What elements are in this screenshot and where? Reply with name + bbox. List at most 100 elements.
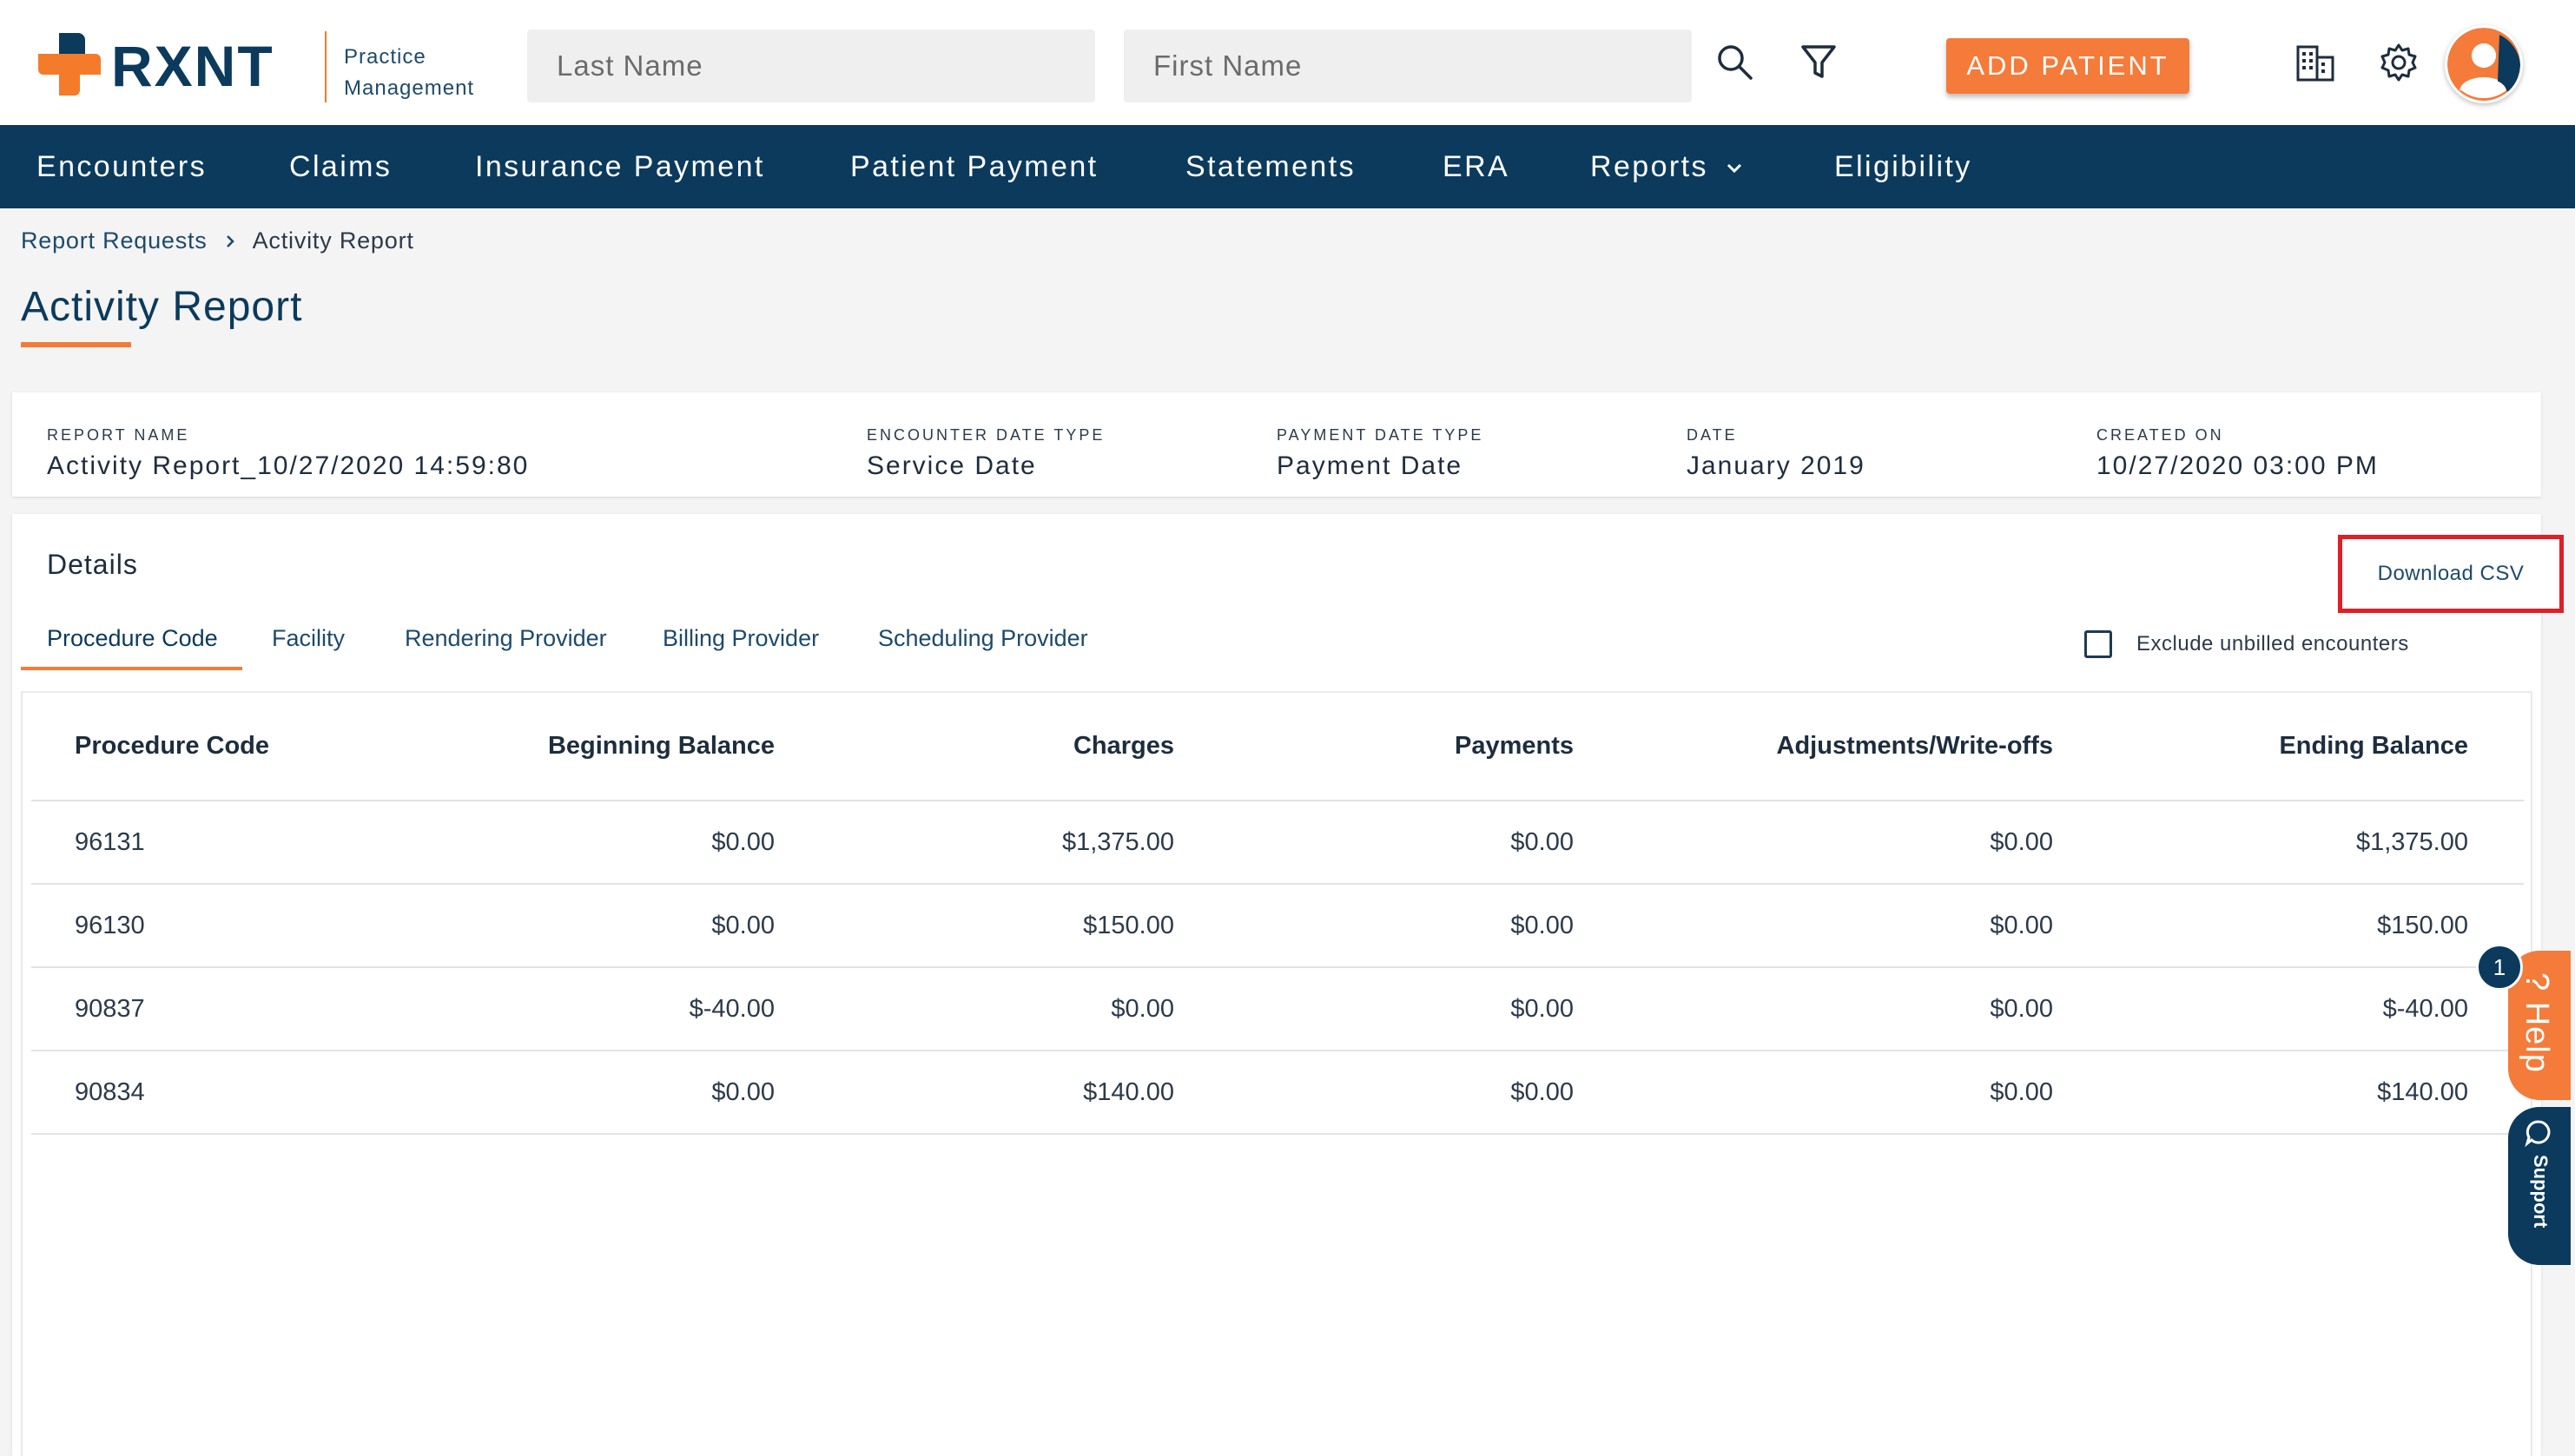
summary-value: January 2019	[1687, 451, 1865, 480]
summary-label: DATE	[1687, 426, 1738, 444]
gear-icon[interactable]	[2376, 40, 2421, 85]
exclude-unbilled-checkbox[interactable]	[2084, 630, 2112, 658]
nav-item-insurance-payment[interactable]: Insurance Payment	[475, 125, 765, 208]
exclude-unbilled-label: Exclude unbilled encounters	[2136, 632, 2409, 656]
support-label: Support	[2530, 1155, 2552, 1229]
cell-ending-balance: $140.00	[2109, 1051, 2524, 1135]
summary-created-on: CREATED ON 10/27/2020 03:00 PM	[2096, 424, 2379, 481]
cell-beginning-balance: $0.00	[483, 1051, 830, 1135]
building-icon[interactable]	[2293, 40, 2338, 85]
column-header-payments[interactable]: Payments	[1230, 693, 1629, 801]
table-row: 96131 $0.00 $1,375.00 $0.00 $0.00 $1,375…	[31, 800, 2524, 885]
cell-adjustments: $0.00	[1629, 884, 2109, 968]
breadcrumb: Report Requests Activity Report	[21, 227, 414, 254]
last-name-input[interactable]	[527, 30, 1095, 102]
summary-label: PAYMENT DATE TYPE	[1277, 426, 1484, 444]
help-label-text: Help	[2519, 1001, 2555, 1073]
nav-item-reports-label: Reports	[1590, 150, 1708, 183]
cell-procedure-code: 90837	[31, 967, 483, 1051]
active-tab-indicator	[21, 667, 242, 670]
tab-procedure-code[interactable]: Procedure Code	[47, 625, 218, 667]
cell-charges: $150.00	[830, 884, 1230, 968]
cell-procedure-code: 96131	[31, 800, 483, 885]
summary-payment-date-type: PAYMENT DATE TYPE Payment Date	[1277, 424, 1483, 481]
summary-value: 10/27/2020 03:00 PM	[2096, 451, 2379, 480]
breadcrumb-report-requests[interactable]: Report Requests	[21, 227, 208, 254]
brand-subtitle: Practice Management	[344, 42, 474, 104]
table-row: 90834 $0.00 $140.00 $0.00 $0.00 $140.00	[31, 1051, 2524, 1135]
tab-rendering-provider[interactable]: Rendering Provider	[405, 625, 607, 667]
user-avatar[interactable]	[2445, 25, 2523, 103]
cell-adjustments: $0.00	[1629, 967, 2109, 1051]
summary-label: CREATED ON	[2096, 426, 2224, 444]
table-row: 96130 $0.00 $150.00 $0.00 $0.00 $150.00	[31, 884, 2524, 968]
logo-cross-icon	[38, 33, 101, 96]
details-card: Details Download CSV Procedure Code Faci…	[12, 514, 2564, 1456]
nav-item-statements[interactable]: Statements	[1185, 125, 1356, 208]
table-row: 90837 $-40.00 $0.00 $0.00 $0.00 $-40.00	[31, 967, 2524, 1051]
tab-billing-provider[interactable]: Billing Provider	[663, 625, 819, 667]
brand-subtitle-line2: Management	[344, 76, 475, 100]
add-patient-button[interactable]: ADD PATIENT	[1946, 38, 2189, 94]
chevron-down-icon	[1727, 163, 1741, 174]
column-header-beginning-balance[interactable]: Beginning Balance	[483, 693, 830, 801]
cell-beginning-balance: $-40.00	[483, 967, 830, 1051]
column-header-adjustments[interactable]: Adjustments/Write-offs	[1629, 693, 2109, 801]
column-header-ending-balance[interactable]: Ending Balance	[2109, 693, 2524, 801]
top-header: RXNT Practice Management ADD PATIENT	[0, 0, 2575, 125]
cell-ending-balance: $1,375.00	[2109, 800, 2524, 885]
nav-item-eligibility[interactable]: Eligibility	[1834, 125, 1972, 208]
cell-charges: $0.00	[830, 967, 1230, 1051]
summary-value: Payment Date	[1277, 451, 1463, 480]
help-label: ? Help	[2518, 972, 2555, 1073]
summary-label: REPORT NAME	[47, 426, 190, 444]
logo-divider	[325, 31, 327, 102]
cell-charges: $140.00	[830, 1051, 1230, 1135]
search-icon[interactable]	[1713, 40, 1758, 85]
cell-adjustments: $0.00	[1629, 1051, 2109, 1135]
help-question-icon: ?	[2519, 972, 2555, 1002]
cell-payments: $0.00	[1230, 800, 1629, 885]
breadcrumb-current: Activity Report	[252, 227, 414, 254]
cell-payments: $0.00	[1230, 967, 1629, 1051]
report-summary-card: REPORT NAME Activity Report_10/27/2020 1…	[12, 392, 2541, 497]
filter-icon[interactable]	[1796, 40, 1841, 85]
tab-facility[interactable]: Facility	[272, 625, 345, 667]
summary-label: ENCOUNTER DATE TYPE	[867, 426, 1106, 444]
first-name-input[interactable]	[1124, 30, 1692, 102]
page-title: Activity Report	[21, 284, 303, 330]
exclude-unbilled-option[interactable]: Exclude unbilled encounters	[2084, 630, 2409, 658]
column-header-charges[interactable]: Charges	[830, 693, 1230, 801]
brand-subtitle-line1: Practice	[344, 45, 426, 69]
summary-report-name: REPORT NAME Activity Report_10/27/2020 1…	[47, 424, 529, 481]
table-header-row: Procedure Code Beginning Balance Charges…	[31, 693, 2524, 801]
brand-name: RXNT	[111, 34, 274, 98]
nav-item-reports[interactable]: Reports	[1590, 125, 1745, 208]
report-table-container: Procedure Code Beginning Balance Charges…	[21, 691, 2532, 1456]
summary-value: Service Date	[867, 451, 1037, 480]
cell-beginning-balance: $0.00	[483, 884, 830, 968]
title-underline	[21, 342, 131, 347]
cell-payments: $0.00	[1230, 884, 1629, 968]
download-csv-button[interactable]: Download CSV	[2338, 535, 2564, 613]
summary-date: DATE January 2019	[1687, 424, 1865, 481]
nav-item-encounters[interactable]: Encounters	[36, 125, 207, 208]
tab-scheduling-provider[interactable]: Scheduling Provider	[878, 625, 1088, 667]
summary-encounter-date-type: ENCOUNTER DATE TYPE Service Date	[867, 424, 1105, 481]
column-header-procedure-code[interactable]: Procedure Code	[31, 693, 483, 801]
cell-ending-balance: $150.00	[2109, 884, 2524, 968]
summary-value: Activity Report_10/27/2020 14:59:80	[47, 451, 530, 480]
cell-procedure-code: 90834	[31, 1051, 483, 1135]
cell-beginning-balance: $0.00	[483, 800, 830, 885]
chat-bubble-icon	[2525, 1120, 2551, 1148]
nav-item-era[interactable]: ERA	[1443, 125, 1509, 208]
main-nav: Encounters Claims Insurance Payment Pati…	[0, 125, 2575, 208]
report-table: Procedure Code Beginning Balance Charges…	[31, 693, 2524, 1135]
nav-item-patient-payment[interactable]: Patient Payment	[850, 125, 1098, 208]
help-notification-badge: 1	[2476, 944, 2523, 991]
nav-item-claims[interactable]: Claims	[289, 125, 392, 208]
cell-ending-balance: $-40.00	[2109, 967, 2524, 1051]
cell-payments: $0.00	[1230, 1051, 1629, 1135]
cell-adjustments: $0.00	[1629, 800, 2109, 885]
cell-charges: $1,375.00	[830, 800, 1230, 885]
